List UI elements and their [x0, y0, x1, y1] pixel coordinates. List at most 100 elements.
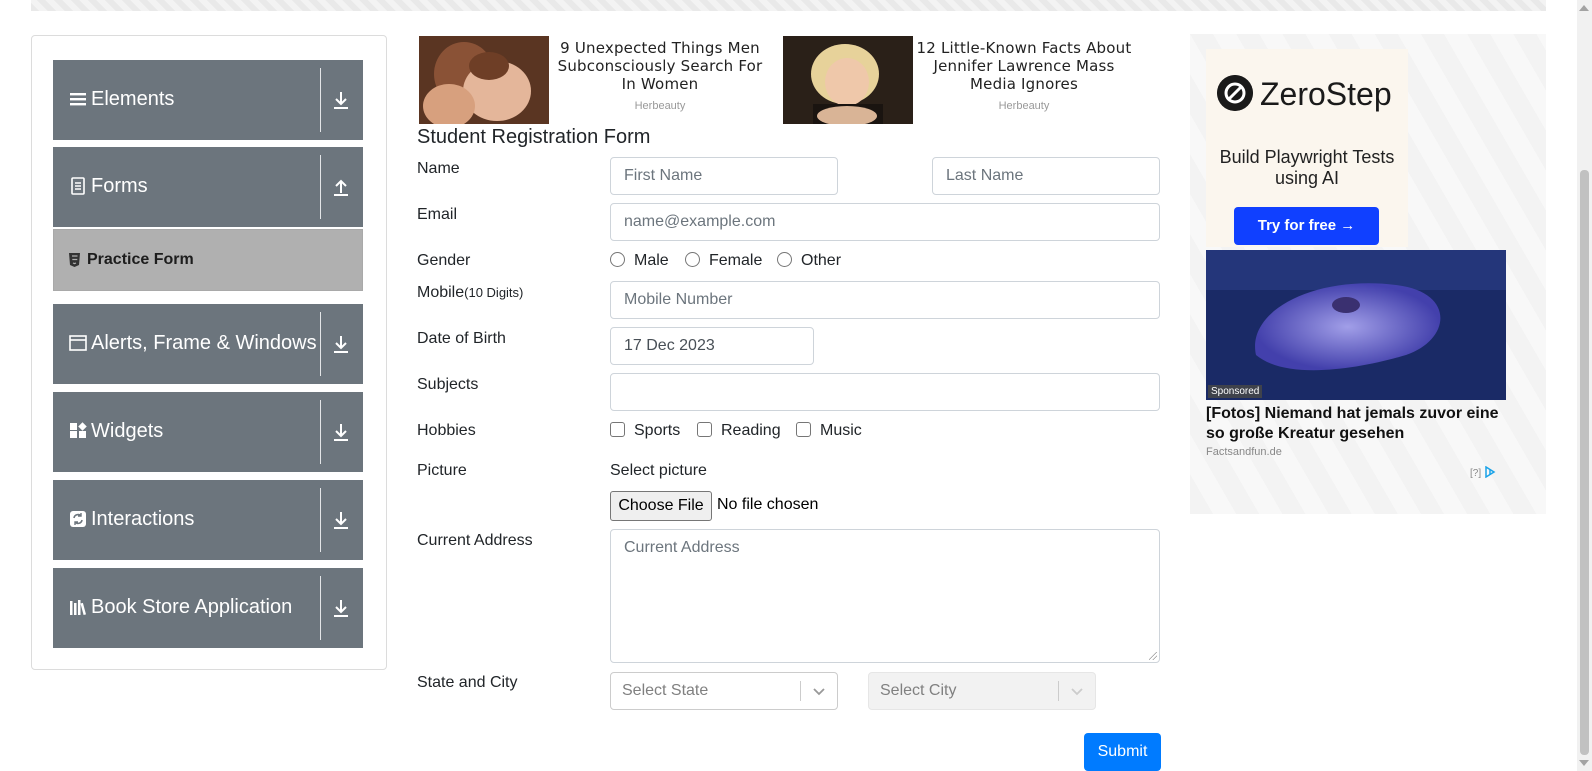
divider	[320, 155, 321, 219]
checkbox-box[interactable]	[796, 422, 811, 437]
try-for-free-button[interactable]: Try for free →	[1234, 207, 1379, 245]
email-label: Email	[417, 206, 458, 223]
list-icon	[70, 93, 86, 106]
state-select-value: Select State	[622, 682, 709, 699]
zerostep-logo-icon	[1217, 75, 1253, 111]
widgets-icon	[70, 422, 87, 438]
checkbox-label: Music	[820, 422, 862, 439]
address-label: Current Address	[417, 532, 533, 549]
dob-label: Date of Birth	[417, 330, 506, 347]
radio-label: Male	[634, 252, 669, 269]
radio-label: Other	[801, 252, 842, 269]
chevron-down-icon[interactable]	[1070, 684, 1084, 698]
sidebar-group-alerts[interactable]: Alerts, Frame & Windows	[53, 304, 363, 384]
first-name-input[interactable]: First Name	[610, 157, 838, 195]
ad-image-celebrity	[783, 36, 913, 124]
sidebar-group-label: Interactions	[91, 508, 195, 530]
sync-icon	[70, 511, 86, 527]
hobby-sports-checkbox[interactable]: Sports	[610, 422, 680, 440]
gender-other-radio[interactable]: Other	[777, 252, 841, 270]
subjects-input[interactable]	[610, 373, 1160, 411]
upload-arrow-icon	[334, 179, 348, 196]
sidebar-group-book-store[interactable]: Book Store Application	[53, 568, 363, 648]
resize-handle[interactable]	[1149, 652, 1157, 660]
address-placeholder: Current Address	[624, 539, 740, 556]
choose-file-button[interactable]: Choose File	[610, 491, 712, 521]
subjects-label: Subjects	[417, 376, 479, 393]
form-title: Student Registration Form	[417, 126, 651, 148]
sidebar-group-forms[interactable]: Forms	[53, 147, 363, 227]
current-address-textarea[interactable]: Current Address	[610, 529, 1160, 663]
side-ad-title[interactable]: [Fotos] Niemand hat jemals zuvor eine so…	[1206, 404, 1506, 444]
file-status: No file chosen	[717, 496, 819, 513]
sidebar-item-label: Practice Form	[87, 251, 194, 268]
ad-image-jellyfish: Sponsored	[1206, 250, 1506, 400]
divider	[320, 576, 321, 640]
gender-female-radio[interactable]: Female	[685, 252, 762, 270]
sidebar-group-label: Forms	[91, 175, 148, 197]
ad-image-couple	[419, 36, 549, 124]
adchoices-help[interactable]: [?]	[1470, 465, 1498, 479]
download-arrow-icon	[334, 512, 348, 529]
sidebar-group-label: Widgets	[91, 420, 164, 442]
window-icon	[69, 335, 87, 351]
ad-title: 12 Little-Known Facts About Jennifer Law…	[916, 39, 1132, 93]
ad-source: Herbeauty	[634, 100, 686, 112]
radio-circle[interactable]	[777, 252, 792, 267]
chevron-down-icon[interactable]	[812, 684, 826, 698]
scroll-down-arrow-icon[interactable]	[1579, 760, 1589, 766]
radio-circle[interactable]	[610, 252, 625, 267]
radio-circle[interactable]	[685, 252, 700, 267]
divider	[320, 68, 321, 132]
scroll-up-arrow-icon[interactable]	[1579, 5, 1589, 11]
sidebar-item-practice-form[interactable]: Practice Form	[53, 229, 363, 291]
date-of-birth-input[interactable]: 17 Dec 2023	[610, 327, 814, 365]
mobile-input[interactable]: Mobile Number	[610, 281, 1160, 319]
select-separator	[1058, 681, 1059, 701]
divider	[320, 312, 321, 376]
mobile-label: Mobile(10 Digits)	[417, 284, 523, 302]
state-select[interactable]: Select State	[610, 672, 838, 710]
hobby-music-checkbox[interactable]: Music	[796, 422, 862, 440]
side-ad-source: Factsandfun.de	[1206, 446, 1282, 458]
name-label: Name	[417, 160, 460, 177]
city-select[interactable]: Select City	[868, 672, 1096, 710]
html5-icon	[69, 253, 80, 267]
last-name-input[interactable]: Last Name	[932, 157, 1160, 195]
ad-card[interactable]: 9 Unexpected Things Men Subconsciously S…	[419, 36, 779, 124]
ad-title: 9 Unexpected Things Men Subconsciously S…	[557, 39, 763, 93]
divider	[320, 488, 321, 552]
sidebar-group-label: Book Store Application	[91, 596, 293, 618]
side-ad[interactable]: ZeroStep Build Playwright Tests using AI…	[1190, 34, 1546, 514]
sidebar-group-interactions[interactable]: Interactions	[53, 480, 363, 560]
scroll-thumb[interactable]	[1580, 170, 1589, 755]
gender-male-radio[interactable]: Male	[610, 252, 669, 270]
adchoices-help-text: [?]	[1470, 468, 1482, 479]
books-icon	[70, 600, 87, 616]
checkbox-box[interactable]	[610, 422, 625, 437]
ad-source: Herbeauty	[998, 100, 1050, 112]
sidebar: Elements Forms Practice Form Alerts, Fra…	[31, 35, 387, 670]
sidebar-group-label: Alerts, Frame & Windows	[91, 332, 317, 354]
hobbies-label: Hobbies	[417, 422, 476, 439]
zerostep-ad[interactable]: ZeroStep Build Playwright Tests using AI…	[1206, 49, 1408, 247]
zerostep-tagline: Build Playwright Tests using AI	[1219, 147, 1395, 188]
hobby-reading-checkbox[interactable]: Reading	[697, 422, 781, 440]
ad-card[interactable]: 12 Little-Known Facts About Jennifer Law…	[783, 36, 1143, 124]
gender-label: Gender	[417, 252, 471, 269]
sidebar-group-widgets[interactable]: Widgets	[53, 392, 363, 472]
zerostep-brand: ZeroStep	[1260, 76, 1392, 112]
sponsored-badge: Sponsored	[1208, 385, 1263, 398]
document-icon	[71, 177, 85, 195]
select-separator	[800, 681, 801, 701]
checkbox-label: Sports	[634, 422, 681, 439]
submit-button[interactable]: Submit	[1084, 733, 1161, 771]
email-input[interactable]: name@example.com	[610, 203, 1160, 241]
radio-label: Female	[709, 252, 763, 269]
page-scrollbar[interactable]	[1577, 0, 1592, 771]
top-banner-strip	[31, 0, 1546, 11]
mobile-label-text: Mobile	[417, 284, 465, 301]
sidebar-group-elements[interactable]: Elements	[53, 60, 363, 140]
state-city-label: State and City	[417, 674, 518, 691]
checkbox-box[interactable]	[697, 422, 712, 437]
